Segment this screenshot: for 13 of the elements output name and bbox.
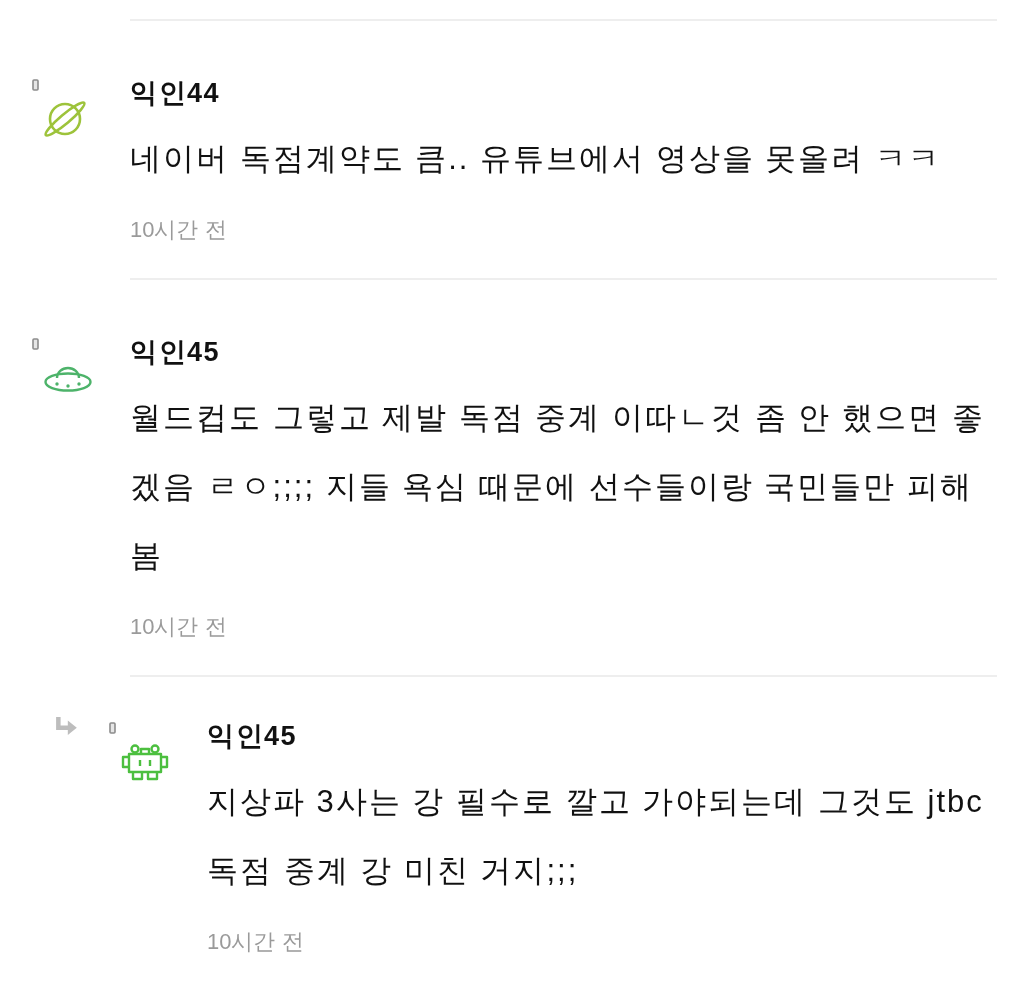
author-name: 익인44 bbox=[130, 78, 222, 108]
rectangle-icon bbox=[109, 722, 116, 734]
rectangle-icon bbox=[32, 79, 39, 91]
comment-text: 지상파 3사는 강 필수로 깔고 가야되는데 그것도 jtbc 독점 중계 강 미친 거지;;; bbox=[207, 783, 985, 890]
rectangle-icon bbox=[32, 338, 39, 350]
author-name: 익인45 bbox=[207, 721, 299, 751]
author-name: 익인45 bbox=[130, 337, 222, 367]
timestamp: 10시간 전 bbox=[207, 928, 305, 956]
reply-arrow-icon bbox=[55, 717, 77, 735]
timestamp: 10시간 전 bbox=[130, 216, 228, 244]
timestamp: 10시간 전 bbox=[130, 613, 228, 641]
comment-text: 월드컵도 그렇고 제발 독점 중계 이따ㄴ것 좀 안 했으면 좋겠음 ㄹㅇ;;;; 지들 욕심 때문에 선수들이랑 국민들만 피해봄 bbox=[130, 399, 986, 575]
comment-text: 네이버 독점계약도 큼.. 유튜브에서 영상을 못올려 ㅋㅋ bbox=[130, 140, 942, 178]
